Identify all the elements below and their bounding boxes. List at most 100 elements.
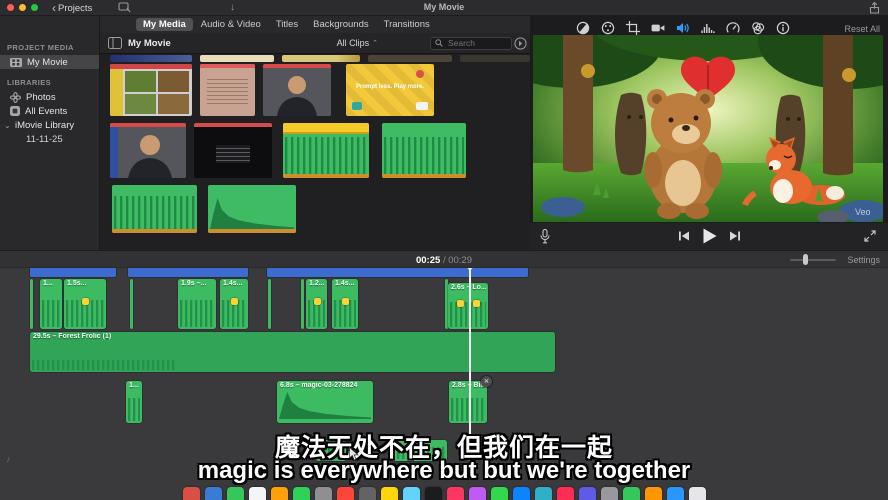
effects-icon[interactable] (751, 21, 765, 35)
video-preview[interactable]: Veo (533, 35, 883, 222)
timeline-audio-clip[interactable]: 1.4s... (332, 279, 358, 329)
dock-app-icon[interactable] (557, 487, 574, 500)
media-thumb-document[interactable] (200, 64, 255, 116)
photos-icon (10, 92, 21, 103)
dock-app-icon[interactable] (359, 487, 376, 500)
media-thumb-partial[interactable] (282, 55, 360, 62)
media-thumb-audio-1[interactable] (283, 123, 369, 178)
clip-label: 1... (43, 280, 60, 287)
media-thumb-partial[interactable] (460, 55, 530, 62)
search-box[interactable] (430, 37, 512, 50)
search-input[interactable] (446, 37, 506, 49)
timeline-audio-clip[interactable]: 1... (126, 381, 142, 423)
timeline-audio-clip[interactable]: 1.2... (306, 279, 327, 329)
share-icon[interactable] (869, 2, 880, 14)
zoom-slider-knob[interactable] (803, 254, 808, 265)
timeline-audio-clip[interactable]: 29.5s – Forest Frolic (1) (30, 332, 555, 372)
sidebar-item-11-11-25[interactable]: 11-11-25 (0, 132, 99, 146)
timeline-clip-sliver[interactable] (301, 279, 304, 329)
dock-app-icon[interactable] (403, 487, 420, 500)
dock-app-icon[interactable] (645, 487, 662, 500)
dock-app-icon[interactable] (271, 487, 288, 500)
media-thumb-webcam-2[interactable] (110, 123, 186, 178)
previous-frame-icon[interactable] (678, 230, 690, 242)
next-frame-icon[interactable] (729, 230, 741, 242)
timeline-title-bar[interactable] (128, 267, 248, 277)
warning-icon (82, 298, 89, 305)
dock-app-icon[interactable] (513, 487, 530, 500)
dock[interactable] (0, 487, 888, 500)
dock-app-icon[interactable] (579, 487, 596, 500)
dock-app-icon[interactable] (337, 487, 354, 500)
dock-app-icon[interactable] (469, 487, 486, 500)
tab-backgrounds[interactable]: Backgrounds (306, 18, 375, 31)
tab-titles[interactable]: Titles (269, 18, 305, 31)
clip-filter-dropdown[interactable]: All Clips ⌃ (337, 38, 378, 48)
media-thumb-webcam-1[interactable] (263, 64, 331, 116)
media-thumb-audio-3[interactable] (112, 185, 197, 233)
dock-app-icon[interactable] (315, 487, 332, 500)
timeline-audio-clip[interactable]: 2.6s – Lo... (448, 283, 488, 329)
color-correction-icon[interactable] (576, 21, 590, 35)
media-thumb-audio-4[interactable] (208, 185, 296, 233)
volume-icon[interactable] (676, 21, 690, 35)
dock-app-icon[interactable] (491, 487, 508, 500)
media-thumb-screen-recording[interactable] (194, 123, 272, 178)
media-thumb-bear-grid[interactable] (110, 64, 192, 116)
timeline-clip-sliver[interactable] (130, 279, 133, 329)
noise-reduction-icon[interactable] (701, 21, 715, 35)
dock-app-icon[interactable] (425, 487, 442, 500)
timeline-audio-clip[interactable]: 1.5s... (64, 279, 106, 329)
media-thumb-partial[interactable] (110, 55, 192, 62)
dock-app-icon[interactable] (227, 487, 244, 500)
timeline-audio-clip[interactable]: 2.8s – Bib...× (449, 381, 487, 423)
tab-my-media[interactable]: My Media (136, 18, 193, 31)
dock-app-icon[interactable] (249, 487, 266, 500)
media-thumb-audio-2[interactable] (382, 123, 466, 178)
timeline-clip-sliver[interactable] (30, 279, 33, 329)
timeline-audio-clip[interactable]: 1.4s... (220, 279, 248, 329)
timeline-clip-sliver[interactable] (268, 279, 271, 329)
timeline-audio-clip[interactable]: 1... (40, 279, 62, 329)
dock-app-icon[interactable] (183, 487, 200, 500)
timeline-title-bar[interactable] (30, 267, 116, 277)
media-thumb-promo[interactable]: Prompt less. Play more. (346, 64, 434, 116)
dock-app-icon[interactable] (381, 487, 398, 500)
color-palette-icon[interactable] (601, 21, 615, 35)
dock-app-icon[interactable] (601, 487, 618, 500)
clip-label: 1.5s... (67, 280, 104, 287)
dock-app-icon[interactable] (293, 487, 310, 500)
crop-icon[interactable] (626, 21, 640, 35)
media-thumb-partial[interactable] (200, 55, 274, 62)
reset-all-button[interactable]: Reset All (844, 24, 880, 34)
timeline-audio-clip[interactable]: 1.9s –... (178, 279, 216, 329)
play-button-icon[interactable] (702, 228, 717, 244)
timeline-title-bar[interactable] (267, 267, 528, 277)
dock-app-icon[interactable] (667, 487, 684, 500)
dock-app-icon[interactable] (205, 487, 222, 500)
clip-close-icon[interactable]: × (481, 376, 492, 387)
sidebar-item-all-events[interactable]: All Events (0, 104, 99, 118)
settings-button[interactable]: Settings (847, 255, 880, 265)
tab-audio-video[interactable]: Audio & Video (194, 18, 268, 31)
speed-icon[interactable] (726, 21, 740, 35)
media-thumb-partial[interactable] (368, 55, 452, 62)
dock-app-icon[interactable] (689, 487, 706, 500)
appearance-menu-icon[interactable] (514, 37, 527, 50)
stabilization-icon[interactable] (651, 21, 665, 35)
dock-app-icon[interactable] (623, 487, 640, 500)
dock-app-icon[interactable] (535, 487, 552, 500)
timeline-zoom-slider[interactable] (790, 259, 836, 261)
info-icon[interactable] (776, 21, 790, 35)
dock-app-icon[interactable] (447, 487, 464, 500)
sidebar-item-photos[interactable]: Photos (0, 90, 99, 104)
sidebar-item-imovie-library[interactable]: ⌄iMovie Library (0, 118, 99, 132)
timeline-audio-clip[interactable]: 6.8s – magic-03-278824 (277, 381, 373, 423)
tab-transitions[interactable]: Transitions (377, 18, 437, 31)
sidebar-toggle-icon[interactable] (108, 37, 122, 49)
waveform (42, 300, 60, 328)
sidebar: PROJECT MEDIA My Movie LIBRARIES PhotosA… (0, 16, 100, 250)
clip-label: 1.2... (309, 280, 325, 287)
fullscreen-icon[interactable] (864, 230, 876, 242)
sidebar-item-my-movie[interactable]: My Movie (0, 55, 99, 69)
